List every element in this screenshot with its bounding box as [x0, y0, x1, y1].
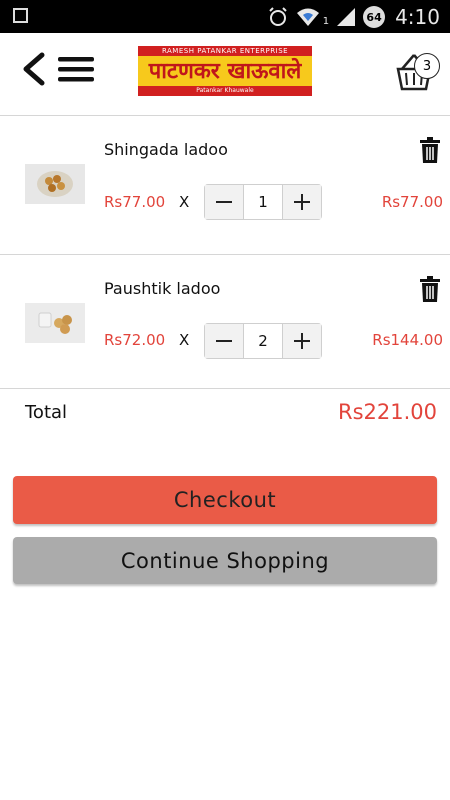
square-icon [13, 8, 28, 23]
menu-icon[interactable] [56, 53, 96, 85]
brand-logo[interactable]: RAMESH PATANKAR ENTERPRISE पाटणकर खाऊवाल… [138, 46, 312, 96]
quantity-value[interactable]: 1 [244, 185, 282, 219]
plus-icon [294, 333, 310, 349]
plus-icon [294, 194, 310, 210]
cart-button[interactable]: 3 [392, 47, 444, 93]
quantity-stepper: 1 [204, 184, 322, 220]
unit-price: Rs77.00 [104, 193, 166, 211]
unit-price: Rs72.00 [104, 331, 166, 349]
increase-button[interactable] [282, 185, 321, 219]
multiply-sign: X [179, 331, 190, 349]
line-subtotal: Rs77.00 [381, 193, 443, 211]
signal-sub: 1 [322, 15, 330, 27]
status-bar: 1 64 4:10 [0, 0, 450, 33]
app-header: RAMESH PATANKAR ENTERPRISE पाटणकर खाऊवाल… [0, 33, 450, 116]
multiply-sign: X [179, 193, 190, 211]
wifi-icon [296, 8, 319, 26]
minus-icon [216, 340, 232, 342]
logo-bottom-text: Patankar Khauwale [138, 86, 312, 96]
back-icon[interactable] [18, 51, 50, 87]
total-value: Rs221.00 [337, 400, 437, 424]
minus-icon [216, 201, 232, 203]
continue-shopping-button[interactable]: Continue Shopping [13, 537, 437, 584]
clock: 4:10 [395, 5, 440, 29]
total-label: Total [25, 402, 68, 423]
checkout-button[interactable]: Checkout [13, 476, 437, 524]
battery-badge: 64 [363, 6, 386, 28]
logo-main-text: पाटणकर खाऊवाले [148, 58, 302, 84]
trash-icon[interactable] [418, 137, 442, 163]
product-image [25, 303, 85, 343]
line-subtotal: Rs144.00 [372, 331, 443, 349]
quantity-value[interactable]: 2 [244, 324, 282, 358]
decrease-button[interactable] [205, 185, 244, 219]
logo-top-text: RAMESH PATANKAR ENTERPRISE [138, 46, 312, 56]
product-image [25, 164, 85, 204]
trash-icon[interactable] [418, 276, 442, 302]
quantity-stepper: 2 [204, 323, 322, 359]
status-icons: 1 64 4:10 [267, 4, 440, 30]
cart-item: Shingada ladoo Rs77.00 X 1 Rs77.00 [0, 116, 450, 255]
product-name[interactable]: Paushtik ladoo [104, 279, 220, 298]
alarm-icon [268, 7, 287, 26]
signal-icon [337, 8, 356, 26]
increase-button[interactable] [282, 324, 321, 358]
cart-count-badge: 3 [414, 53, 440, 79]
product-name[interactable]: Shingada ladoo [104, 140, 228, 159]
cart-item: Paushtik ladoo Rs72.00 X 2 Rs144.00 [0, 250, 450, 389]
decrease-button[interactable] [205, 324, 244, 358]
